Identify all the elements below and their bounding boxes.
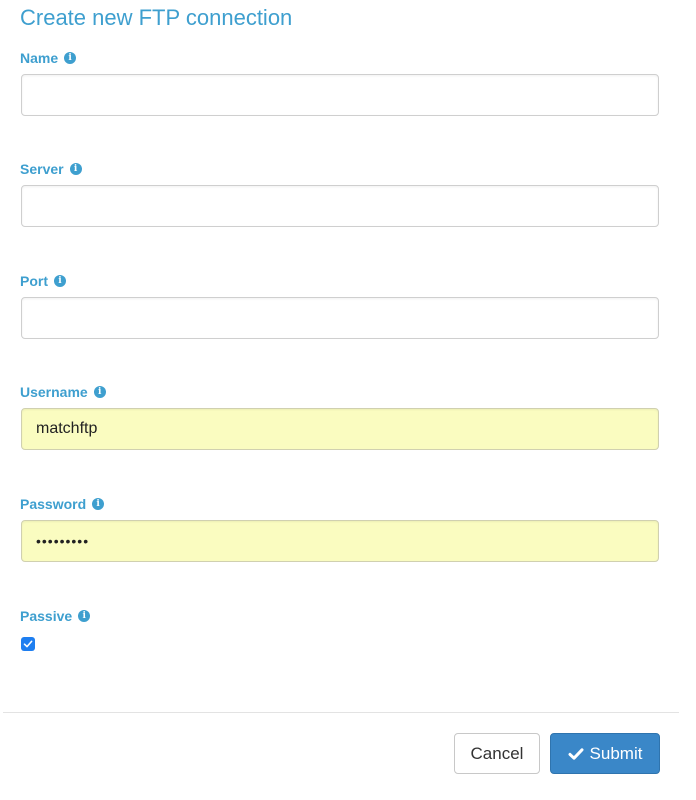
- footer-divider: [3, 712, 679, 713]
- username-label-row: Username i: [20, 383, 106, 401]
- username-input[interactable]: [21, 408, 659, 450]
- server-input[interactable]: [21, 185, 659, 227]
- name-label: Name: [20, 50, 59, 66]
- info-icon[interactable]: i: [69, 163, 82, 175]
- passive-label-row: Passive i: [20, 607, 91, 625]
- cancel-button-label: Cancel: [470, 743, 524, 763]
- password-label-row: Password i: [20, 495, 105, 513]
- name-label-row: Name i: [20, 49, 77, 67]
- cancel-button[interactable]: Cancel: [454, 733, 540, 774]
- passive-checkbox[interactable]: [21, 637, 35, 651]
- passive-label: Passive: [20, 608, 73, 624]
- dialog-title: Create new FTP connection: [20, 5, 293, 30]
- server-label: Server: [20, 161, 64, 177]
- check-icon: [568, 747, 584, 760]
- info-icon[interactable]: i: [78, 610, 91, 622]
- name-input[interactable]: [21, 74, 659, 116]
- checkmark-icon: [23, 640, 33, 648]
- password-input[interactable]: [21, 520, 659, 562]
- submit-button-label: Submit: [589, 743, 643, 763]
- submit-button[interactable]: Submit: [550, 733, 660, 774]
- ftp-connection-dialog: Create new FTP connection Name i Server …: [0, 0, 696, 800]
- username-label: Username: [20, 384, 88, 400]
- info-icon[interactable]: i: [54, 275, 66, 287]
- info-icon[interactable]: i: [64, 52, 77, 64]
- password-label: Password: [20, 496, 87, 512]
- port-label: Port: [20, 273, 48, 289]
- port-input[interactable]: [21, 297, 659, 339]
- server-label-row: Server i: [20, 160, 82, 178]
- info-icon[interactable]: i: [92, 498, 105, 510]
- port-label-row: Port i: [20, 272, 66, 290]
- info-icon[interactable]: i: [93, 386, 106, 398]
